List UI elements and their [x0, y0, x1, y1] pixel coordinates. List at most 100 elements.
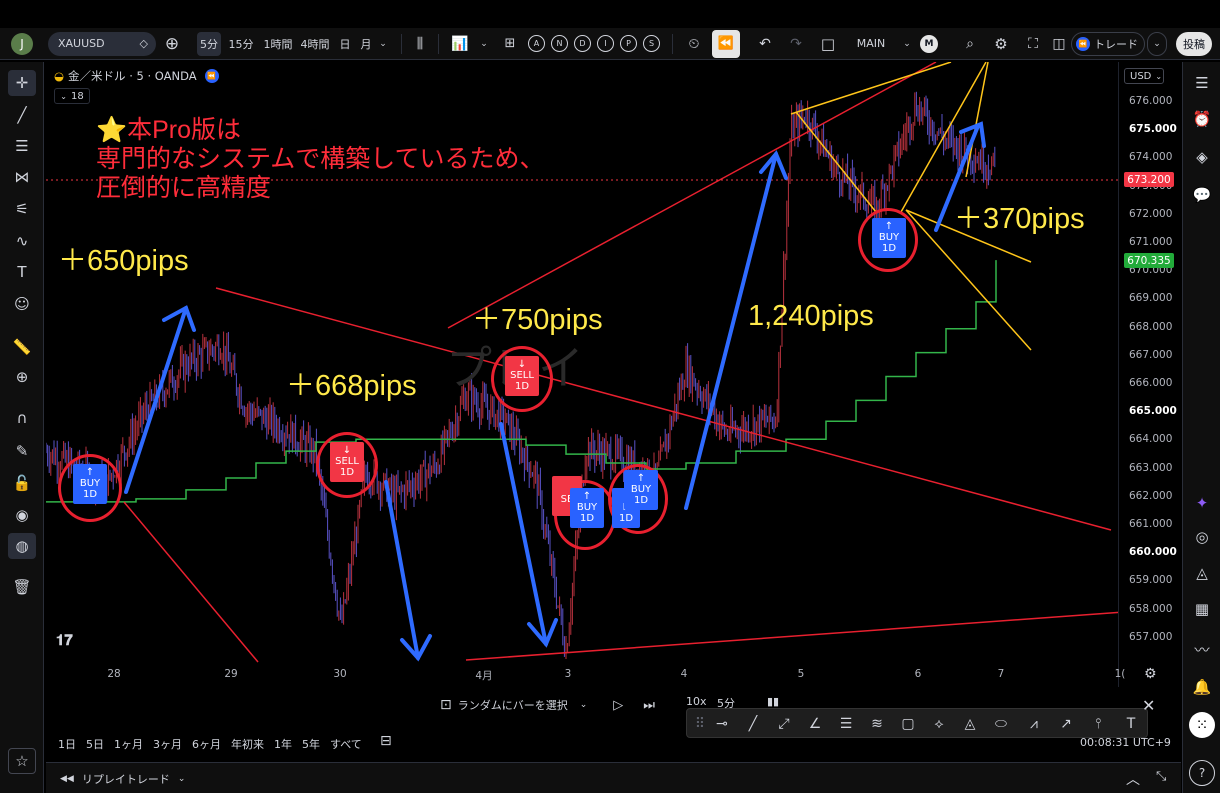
- indicator-letter-button[interactable]: N: [551, 35, 568, 52]
- play-icon[interactable]: ▷: [613, 698, 623, 713]
- ruler-icon[interactable]: 📏: [8, 334, 36, 360]
- pattern-icon[interactable]: ⋈: [8, 164, 36, 190]
- range-button[interactable]: 年初来: [231, 736, 264, 752]
- target-icon[interactable]: ◎: [1189, 524, 1215, 550]
- indicator-letter-button[interactable]: S: [643, 35, 660, 52]
- chart-area[interactable]: プレイ ◒ 金／米ドル · 5 · OANDA ⏪ ⌄ 18 ⭐本Pro版は 専…: [46, 62, 1181, 687]
- interval-15m[interactable]: 15分: [227, 32, 255, 56]
- interval-4h[interactable]: 4時間: [299, 32, 331, 56]
- apps-grid-icon[interactable]: ⁙: [1189, 712, 1215, 738]
- clock-readout[interactable]: 00:08:31 UTC+9: [1080, 736, 1171, 749]
- random-bar-select[interactable]: ランダムにバーを選択: [458, 697, 568, 713]
- range-button[interactable]: 1日: [58, 736, 76, 752]
- interval-1h[interactable]: 1時間: [262, 32, 294, 56]
- layers-icon[interactable]: ◈: [1189, 144, 1215, 170]
- replay-interval[interactable]: 5分: [717, 695, 735, 711]
- close-replay-icon[interactable]: ✕: [1142, 696, 1155, 715]
- sparkle-icon[interactable]: ✦: [1189, 490, 1215, 516]
- interval-chevron-icon[interactable]: ⌄: [377, 32, 389, 56]
- stream-icon[interactable]: 〰: [1189, 636, 1215, 662]
- templates-icon[interactable]: ⊞: [500, 32, 520, 56]
- layout-name[interactable]: MAIN: [853, 32, 889, 56]
- alerts-clock-icon[interactable]: ⏰: [1189, 106, 1215, 132]
- undo-icon[interactable]: ↶: [756, 32, 774, 56]
- lock-icon[interactable]: 🔓: [8, 470, 36, 496]
- quick-search-icon[interactable]: ⌕: [960, 32, 980, 56]
- sell-signal-tag[interactable]: ↓ SELL 1D: [330, 442, 364, 482]
- redo-icon[interactable]: ↷: [787, 32, 805, 56]
- time-scale[interactable]: 28 29 30 4月 3 4 5 6 7 1( ⚙: [46, 663, 1181, 687]
- interval-day[interactable]: 日: [337, 32, 353, 56]
- watchlist-icon[interactable]: ☰: [1189, 70, 1215, 96]
- ideas-icon[interactable]: ◬: [1189, 560, 1215, 586]
- price-scale[interactable]: USD ⌄ 676.000675.000674.000673.000672.00…: [1118, 62, 1181, 687]
- crosshair-icon[interactable]: ✛: [8, 70, 36, 96]
- globe-icon[interactable]: ◍: [8, 533, 36, 559]
- compare-plus-icon[interactable]: ⊕: [161, 32, 183, 56]
- fullscreen-icon[interactable]: ⛶: [1023, 32, 1043, 56]
- range-button[interactable]: 5日: [86, 736, 104, 752]
- fib-lines-icon[interactable]: ☰: [8, 133, 36, 159]
- range-button[interactable]: 5年: [302, 736, 320, 752]
- expand-up-icon[interactable]: ︿: [1126, 769, 1140, 789]
- buy-signal-tag[interactable]: ↑ BUY 1D: [570, 488, 604, 528]
- calendar-icon[interactable]: ▦: [1189, 596, 1215, 622]
- goto-date-icon[interactable]: ⊟: [380, 733, 392, 749]
- favorites-star-icon[interactable]: ☆: [8, 748, 36, 774]
- range-button[interactable]: 6ヶ月: [192, 736, 221, 752]
- replay-badge-icon[interactable]: ⏪: [204, 69, 219, 83]
- user-avatar[interactable]: J: [11, 32, 33, 55]
- replay-rewind-icon[interactable]: ⏪: [712, 29, 740, 58]
- trend-line-icon[interactable]: ╱: [8, 102, 36, 128]
- indicators-icon[interactable]: 📊: [450, 32, 470, 56]
- zoom-in-icon[interactable]: ⊕: [8, 364, 36, 390]
- layout-square-icon[interactable]: □: [818, 32, 838, 56]
- symbol-search-button[interactable]: XAUUSD ◇: [48, 31, 156, 56]
- magnet-icon[interactable]: ∩: [8, 405, 36, 431]
- range-button[interactable]: すべて: [330, 736, 362, 752]
- range-button[interactable]: 1ヶ月: [114, 736, 143, 752]
- trash-icon[interactable]: 🗑: [8, 574, 36, 600]
- step-icon[interactable]: ▮▮: [767, 695, 779, 708]
- lock-draw-icon[interactable]: ✎: [8, 438, 36, 464]
- trade-chevron-icon[interactable]: ⌄: [1147, 31, 1167, 56]
- settings-gear-icon[interactable]: ⚙: [991, 32, 1011, 56]
- random-bar-icon[interactable]: ⊡: [440, 697, 452, 713]
- indicator-letter-button[interactable]: D: [574, 35, 591, 52]
- brush-icon[interactable]: ∿: [8, 228, 36, 254]
- publish-button[interactable]: 投稿: [1176, 31, 1212, 56]
- interval-5m[interactable]: 5分: [197, 31, 221, 56]
- candle-type-icon[interactable]: ⫼: [410, 32, 430, 56]
- emoji-icon[interactable]: ☺: [8, 291, 36, 317]
- buy-signal-tag[interactable]: ↑ BUY 1D: [624, 470, 658, 510]
- help-icon[interactable]: ?: [1189, 760, 1215, 786]
- chat-icon[interactable]: 💬: [1189, 182, 1215, 208]
- range-button[interactable]: 3ヶ月: [153, 736, 182, 752]
- buy-signal-tag[interactable]: ↑ BUY 1D: [872, 218, 906, 258]
- notifications-bell-icon[interactable]: 🔔: [1189, 674, 1215, 700]
- indicator-letter-button[interactable]: I: [597, 35, 614, 52]
- legend-collapse-button[interactable]: ⌄ 18: [54, 88, 90, 104]
- replay-speed[interactable]: 10x: [686, 695, 707, 708]
- replay-trade-tab[interactable]: ◀◀ リプレイトレード ⌄: [60, 771, 185, 787]
- range-button[interactable]: 1年: [274, 736, 292, 752]
- trade-button[interactable]: ⏪ トレード: [1071, 31, 1145, 56]
- sell-signal-tag[interactable]: ↓ SELL 1D: [505, 356, 539, 396]
- legend-title[interactable]: 金／米ドル · 5 · OANDA: [68, 68, 197, 84]
- alert-clock-icon[interactable]: ⏲: [684, 32, 704, 56]
- maximize-icon[interactable]: ⤡: [1156, 769, 1166, 784]
- currency-button[interactable]: USD ⌄: [1124, 68, 1164, 84]
- layout-chevron-icon[interactable]: ⌄: [901, 32, 913, 56]
- indicators-chevron-icon[interactable]: ⌄: [478, 32, 490, 56]
- eye-icon[interactable]: ◉: [8, 502, 36, 528]
- chevron-down-icon[interactable]: ⌄: [580, 700, 588, 710]
- indicator-letter-button[interactable]: P: [620, 35, 637, 52]
- step-forward-icon[interactable]: ⏭: [643, 698, 655, 713]
- forecast-icon[interactable]: ⚟: [8, 196, 36, 222]
- snapshot-icon[interactable]: ◫: [1049, 32, 1069, 56]
- layout-badge[interactable]: M: [920, 34, 938, 53]
- interval-month[interactable]: 月: [358, 32, 374, 56]
- buy-signal-tag[interactable]: ↑ BUY 1D: [73, 464, 107, 504]
- text-tool-icon[interactable]: T: [8, 259, 36, 285]
- indicator-letter-button[interactable]: A: [528, 35, 545, 52]
